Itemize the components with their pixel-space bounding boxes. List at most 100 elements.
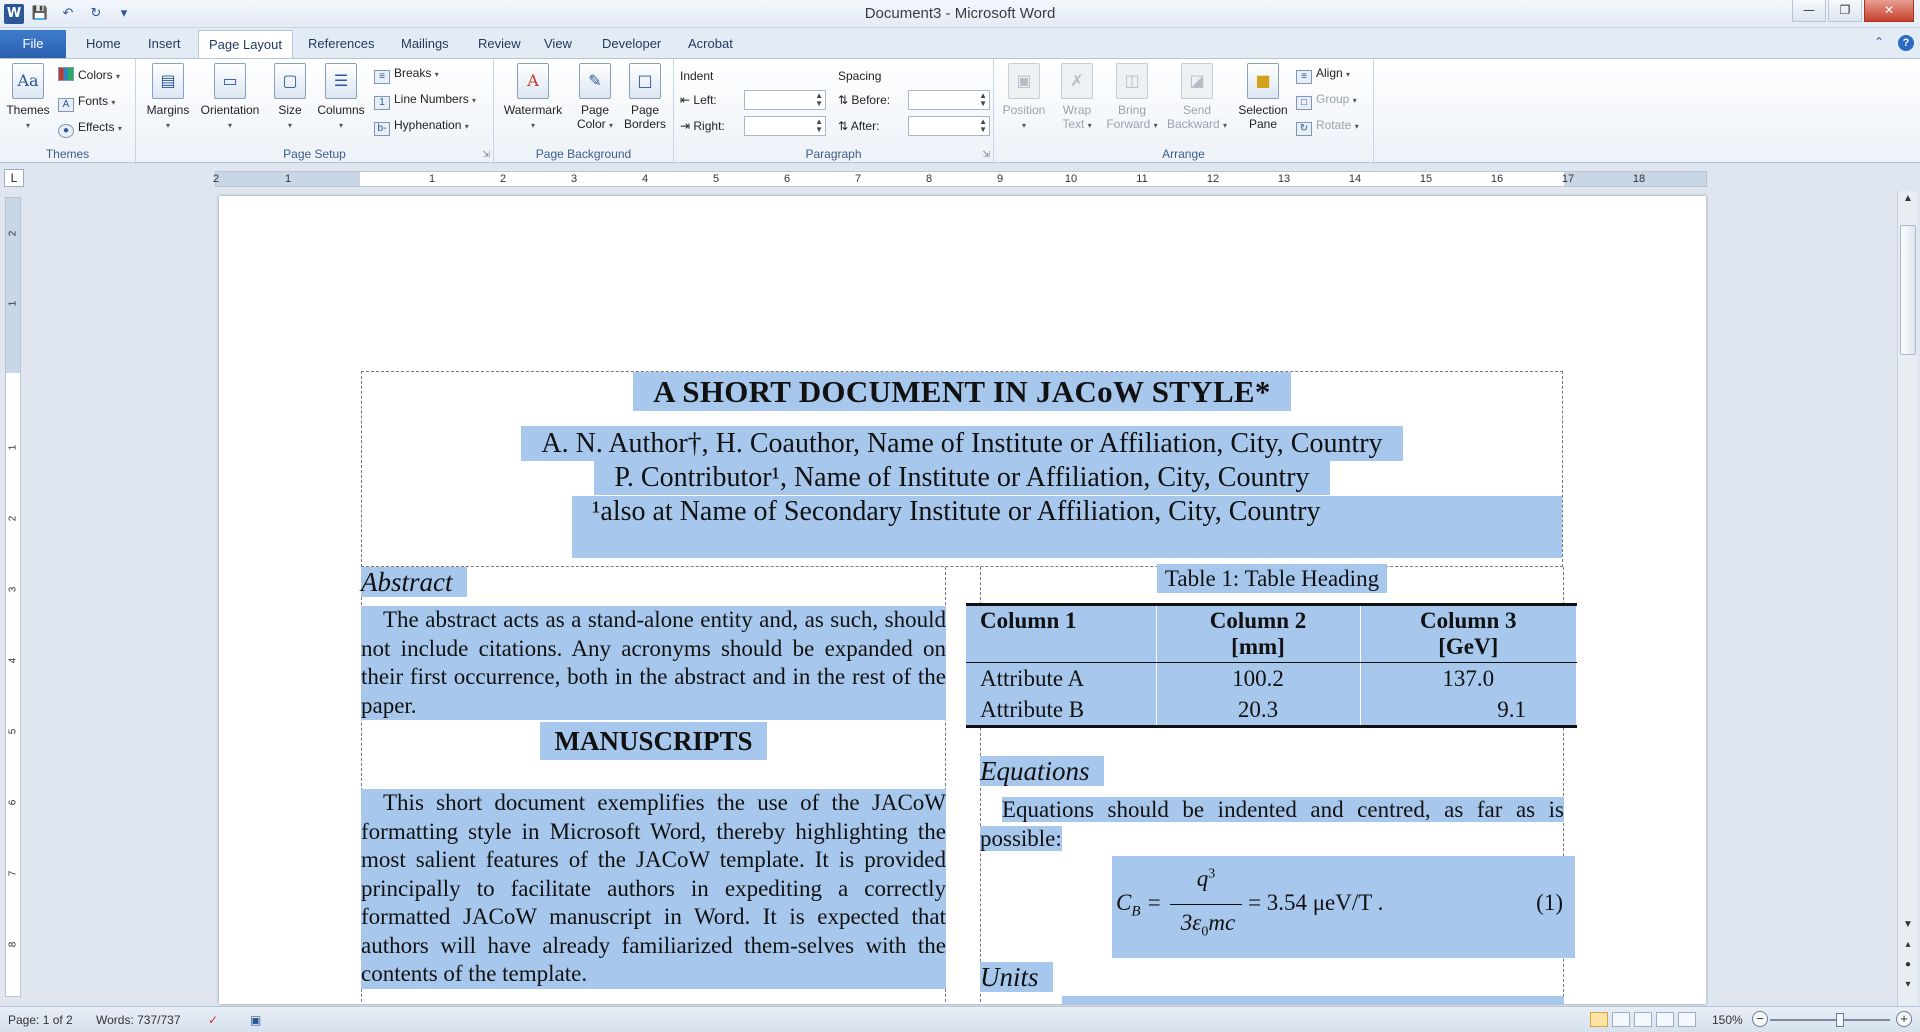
page-setup-group: ▤ Margins ▾ ▭ Orientation ▾ ▢ Size ▾ ☰ Colu… xyxy=(136,59,494,164)
indent-right-input[interactable]: ▲ ▼ xyxy=(744,116,826,136)
equations-paragraph[interactable]: Equations should be indented and centred… xyxy=(980,796,1564,853)
next-page-icon[interactable]: ▾ xyxy=(1898,979,1918,990)
hyphenation-button[interactable]: b- Hyphenation ▾ xyxy=(374,115,469,136)
full-screen-reading-view-icon[interactable] xyxy=(1612,1012,1630,1027)
spacing-before-label: ⇅ Before: xyxy=(838,93,891,107)
zoom-in-icon[interactable]: + xyxy=(1896,1011,1912,1027)
vertical-scrollbar[interactable]: ▲ ▼ ▴ ● ▾ xyxy=(1897,191,1917,1006)
margins-icon: ▤ xyxy=(152,63,184,99)
previous-page-icon[interactable]: ▴ xyxy=(1898,939,1918,950)
minimize-button[interactable]: — xyxy=(1792,0,1826,22)
spacing-after-input[interactable]: ▲ ▼ xyxy=(908,116,990,136)
zoom-out-icon[interactable]: − xyxy=(1752,1011,1768,1027)
line-numbers-button[interactable]: 1 Line Numbers ▾ xyxy=(374,89,476,110)
align-button[interactable]: ≡ Align ▾ xyxy=(1296,63,1350,84)
scroll-thumb[interactable] xyxy=(1900,225,1916,355)
page-setup-launcher-icon[interactable]: ⇲ xyxy=(482,149,490,160)
units-heading[interactable]: Units xyxy=(980,962,1053,993)
ribbon-tabs: File Home Insert Page Layout References … xyxy=(0,28,1920,60)
proofing-icon[interactable]: ✓ xyxy=(208,1013,218,1027)
print-layout-view-icon[interactable] xyxy=(1590,1012,1608,1027)
manuscripts-heading[interactable]: MANUSCRIPTS xyxy=(361,722,946,760)
spacing-before-input[interactable]: ▲ ▼ xyxy=(908,90,990,110)
vertical-ruler[interactable]: 2 1 1 2 3 4 5 6 7 8 xyxy=(5,197,21,997)
tab-page-layout[interactable]: Page Layout xyxy=(198,30,294,60)
macro-record-icon[interactable]: ▣ xyxy=(250,1013,261,1027)
abstract-paragraph[interactable]: The abstract acts as a stand-alone entit… xyxy=(361,606,946,720)
position-button[interactable]: ▣ Position ▾ xyxy=(996,63,1052,133)
selection-pane-button[interactable]: ■ Selection Pane xyxy=(1232,63,1294,131)
equations-heading[interactable]: Equations xyxy=(980,756,1104,787)
help-icon[interactable]: ? xyxy=(1898,35,1914,51)
page-borders-button[interactable]: □ Page Borders xyxy=(620,63,670,131)
authors-line-2[interactable]: P. Contributor¹, Name of Institute or Af… xyxy=(362,460,1562,495)
indent-left-spinner-icon[interactable]: ▲ ▼ xyxy=(815,92,823,108)
word-count[interactable]: Words: 737/737 xyxy=(96,1013,181,1027)
outline-view-icon[interactable] xyxy=(1656,1012,1674,1027)
tab-mailings[interactable]: Mailings xyxy=(391,30,459,58)
themes-icon: Aa xyxy=(12,63,44,99)
ruler-number: 5 xyxy=(712,173,720,185)
indent-left-input[interactable]: ▲ ▼ xyxy=(744,90,826,110)
data-table[interactable]: Column 1 Column 2 [mm] Column 3 [GeV] Attr… xyxy=(966,603,1577,728)
effects-button[interactable]: ● Effects ▾ xyxy=(58,117,122,138)
page-count[interactable]: Page: 1 of 2 xyxy=(8,1013,73,1027)
document-page[interactable]: A SHORT DOCUMENT IN JACoW STYLE* A. N. A… xyxy=(219,196,1706,1004)
margins-button[interactable]: ▤ Margins ▾ xyxy=(142,63,194,133)
tab-developer[interactable]: Developer xyxy=(592,30,671,58)
minimize-ribbon-icon[interactable]: ⌃ xyxy=(1874,35,1884,51)
wrap-text-icon: ✗ xyxy=(1061,63,1093,99)
fonts-button[interactable]: A Fonts ▾ xyxy=(58,91,115,112)
zoom-level[interactable]: 150% xyxy=(1712,1013,1743,1027)
table-row: Attribute B 20.3 9.1 xyxy=(966,694,1577,728)
tab-file[interactable]: File xyxy=(0,30,66,58)
themes-button[interactable]: Aa Themes ▾ xyxy=(6,63,50,133)
equation-block[interactable]: CB = q3 3ε0mc = 3.54 μeV/T . (1) xyxy=(1112,856,1575,958)
restore-button[interactable]: ❐ xyxy=(1828,0,1862,22)
scroll-down-icon[interactable]: ▼ xyxy=(1898,919,1918,930)
send-backward-button[interactable]: ◪ Send Backward ▾ xyxy=(1164,63,1230,133)
document-title[interactable]: A SHORT DOCUMENT IN JACoW STYLE* xyxy=(362,372,1562,411)
manuscripts-paragraph[interactable]: This short document exemplifies the use … xyxy=(361,789,946,989)
columns-button[interactable]: ☰ Columns ▾ xyxy=(314,63,368,133)
indent-right-spinner-icon[interactable]: ▲ ▼ xyxy=(815,118,823,134)
browse-object-icon[interactable]: ● xyxy=(1898,959,1918,970)
tab-view[interactable]: View xyxy=(534,30,582,58)
size-button[interactable]: ▢ Size ▾ xyxy=(270,63,310,133)
horizontal-ruler[interactable]: 2 1 1 2 3 4 5 6 7 8 9 10 11 12 13 14 15 … xyxy=(213,171,1707,187)
tab-selector[interactable]: L xyxy=(4,169,24,187)
tab-review[interactable]: Review xyxy=(468,30,531,58)
orientation-button[interactable]: ▭ Orientation ▾ xyxy=(196,63,264,133)
tab-references[interactable]: References xyxy=(298,30,384,58)
colors-button[interactable]: Colors ▾ xyxy=(58,65,120,85)
rotate-button[interactable]: ↻ Rotate ▾ xyxy=(1296,115,1359,136)
size-icon: ▢ xyxy=(274,63,306,99)
draft-view-icon[interactable] xyxy=(1678,1012,1696,1027)
page-color-button[interactable]: ✎ Page Color ▾ xyxy=(572,63,618,133)
equation-numerator: q3 xyxy=(1196,866,1216,891)
authors-line-1[interactable]: A. N. Author†, H. Coauthor, Name of Inst… xyxy=(362,426,1562,461)
breaks-button[interactable]: ≡ Breaks ▾ xyxy=(374,63,439,84)
authors-line-3[interactable]: ¹also at Name of Secondary Institute or … xyxy=(572,496,1562,558)
tab-insert[interactable]: Insert xyxy=(138,30,191,58)
scroll-up-icon[interactable]: ▲ xyxy=(1898,193,1918,204)
indent-right-label: ⇥ Right: xyxy=(680,119,725,133)
spacing-after-spinner-icon[interactable]: ▲ ▼ xyxy=(979,118,987,134)
table-caption[interactable]: Table 1: Table Heading xyxy=(980,564,1564,593)
tab-acrobat[interactable]: Acrobat xyxy=(678,30,743,58)
wrap-text-button[interactable]: ✗ Wrap Text ▾ xyxy=(1054,63,1100,133)
ruler-number: 18 xyxy=(1632,173,1646,185)
watermark-button[interactable]: A Watermark ▾ xyxy=(500,63,566,133)
spacing-before-spinner-icon[interactable]: ▲ ▼ xyxy=(979,92,987,108)
web-layout-view-icon[interactable] xyxy=(1634,1012,1652,1027)
window-title: Document3 - Microsoft Word xyxy=(864,5,1056,22)
zoom-slider[interactable] xyxy=(1770,1013,1890,1027)
paragraph-launcher-icon[interactable]: ⇲ xyxy=(982,149,990,160)
close-button[interactable]: ✕ xyxy=(1864,0,1914,22)
group-button[interactable]: □ Group ▾ xyxy=(1296,89,1357,110)
zoom-slider-thumb[interactable] xyxy=(1836,1013,1844,1027)
abstract-heading[interactable]: Abstract xyxy=(361,567,467,598)
bring-forward-button[interactable]: ◫ Bring Forward ▾ xyxy=(1104,63,1160,133)
ruler-number: 4 xyxy=(641,173,649,185)
tab-home[interactable]: Home xyxy=(76,30,131,58)
